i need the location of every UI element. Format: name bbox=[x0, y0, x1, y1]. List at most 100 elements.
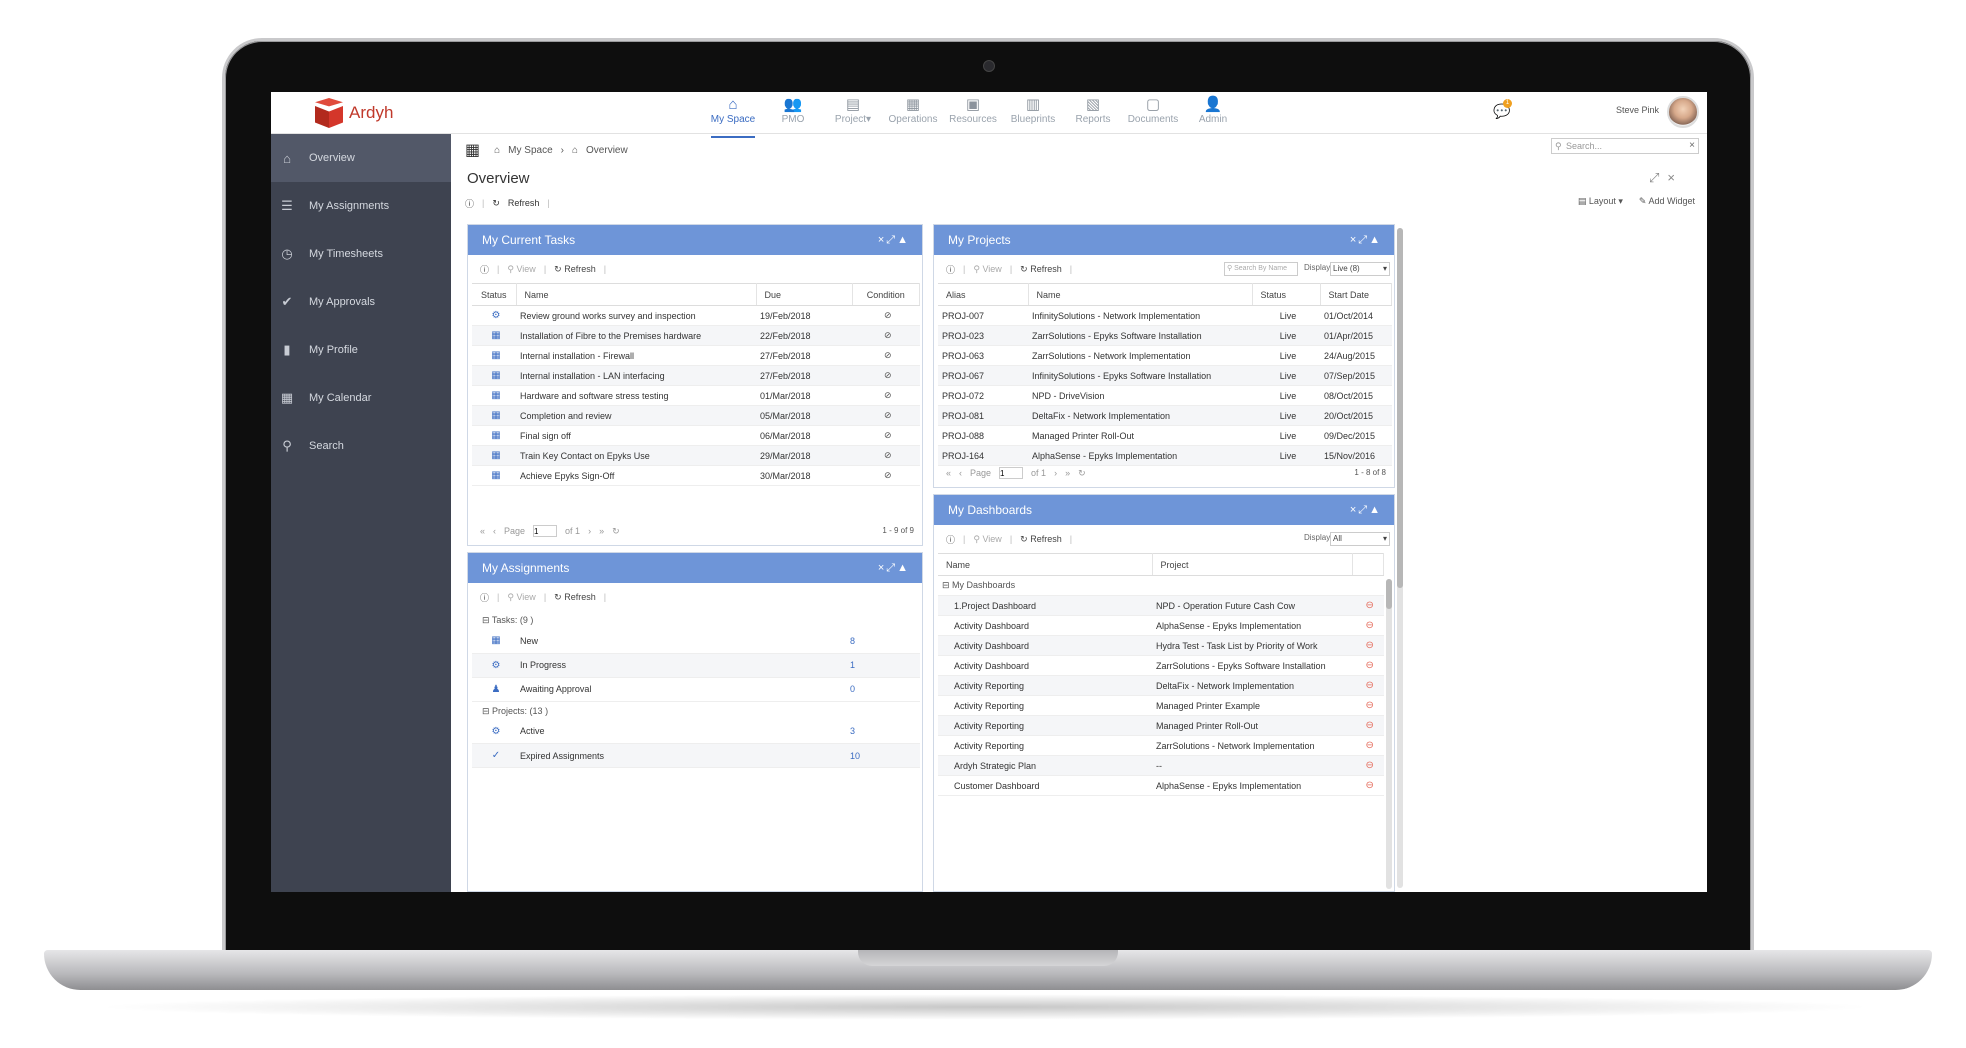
project-search-input[interactable]: ⚲ Search By Name bbox=[1224, 262, 1298, 276]
view-button[interactable]: ⚲ View bbox=[973, 264, 1001, 275]
app-logo[interactable]: Ardyh bbox=[315, 98, 393, 128]
table-row[interactable]: ▦ Internal installation - LAN interfacing… bbox=[472, 365, 920, 386]
refresh-button[interactable]: ↻ Refresh bbox=[1020, 534, 1062, 545]
task-name[interactable]: Hardware and software stress testing bbox=[516, 385, 756, 406]
table-row[interactable]: ▦ Installation of Fibre to the Premises h… bbox=[472, 325, 920, 346]
table-row[interactable]: Activity Dashboard AlphaSense - Epyks Imp… bbox=[938, 615, 1384, 636]
table-row[interactable]: ⚙ Review ground works survey and inspecti… bbox=[472, 305, 920, 326]
first-page-icon[interactable]: « bbox=[480, 526, 485, 536]
help-icon[interactable]: ⓘ bbox=[946, 533, 955, 546]
sidebar-item-my-profile[interactable]: ▮ My Profile bbox=[271, 326, 451, 374]
dashboard-name[interactable]: 1.Project Dashboard bbox=[938, 595, 1152, 616]
table-row[interactable]: Customer Dashboard AlphaSense - Epyks Imp… bbox=[938, 775, 1384, 796]
dashboard-name[interactable]: Activity Dashboard bbox=[938, 655, 1152, 676]
dashboard-name[interactable]: Activity Reporting bbox=[938, 695, 1152, 716]
project-display-select[interactable]: Live (8) ▾ bbox=[1330, 262, 1390, 276]
dashboard-name[interactable]: Activity Reporting bbox=[938, 715, 1152, 736]
project-name[interactable]: Managed Printer Roll-Out bbox=[1028, 425, 1252, 446]
collapse-icon[interactable]: ⊟ bbox=[482, 706, 492, 716]
widget-controls[interactable]: ×⤢▲ bbox=[878, 553, 910, 583]
dashboard-name[interactable]: Activity Dashboard bbox=[938, 635, 1152, 656]
table-row[interactable]: ▦ Train Key Contact on Epyks Use 29/Mar/20… bbox=[472, 445, 920, 466]
expand-icon[interactable]: ⤢ bbox=[1649, 170, 1667, 185]
table-row[interactable]: Activity Dashboard ZarrSolutions - Epyks … bbox=[938, 655, 1384, 676]
assignment-count[interactable]: 1 bbox=[836, 653, 920, 678]
column-header-condition[interactable]: Condition bbox=[852, 283, 920, 306]
project-name[interactable]: ZarrSolutions - Network Implementation bbox=[1028, 345, 1252, 366]
remove-icon[interactable]: ⊖ bbox=[1352, 635, 1384, 656]
list-item[interactable]: ⚙ Active 3 bbox=[472, 719, 920, 744]
column-header-alias[interactable]: Alias bbox=[938, 283, 1029, 306]
help-icon[interactable]: ⓘ bbox=[465, 197, 474, 210]
dashboards-group[interactable]: ⊟ My Dashboards bbox=[938, 575, 1384, 596]
remove-icon[interactable]: ⊖ bbox=[1352, 655, 1384, 676]
task-name[interactable]: Internal installation - Firewall bbox=[516, 345, 756, 366]
close-icon[interactable]: × bbox=[1667, 170, 1683, 185]
column-header-status[interactable]: Status bbox=[472, 283, 517, 306]
column-header-name[interactable]: Name bbox=[938, 553, 1153, 576]
table-row[interactable]: Activity Reporting Managed Printer Roll-O… bbox=[938, 715, 1384, 736]
prev-page-icon[interactable]: ‹ bbox=[959, 468, 962, 478]
user-name[interactable]: Steve Pink bbox=[1616, 105, 1659, 115]
dashboard-name[interactable]: Ardyh Strategic Plan bbox=[938, 755, 1152, 776]
page-number-input[interactable] bbox=[999, 467, 1024, 479]
nav-item-documents[interactable]: ▢ Documents bbox=[1123, 96, 1183, 134]
dashboard-name[interactable]: Customer Dashboard bbox=[938, 775, 1152, 796]
nav-item-pmo[interactable]: 👥 PMO bbox=[763, 96, 823, 134]
remove-icon[interactable]: ⊖ bbox=[1352, 595, 1384, 616]
project-name[interactable]: ZarrSolutions - Epyks Software Installat… bbox=[1028, 325, 1252, 346]
task-name[interactable]: Train Key Contact on Epyks Use bbox=[516, 445, 756, 466]
clear-search-icon[interactable]: × bbox=[1689, 139, 1695, 153]
remove-icon[interactable]: ⊖ bbox=[1352, 695, 1384, 716]
page-number-input[interactable] bbox=[533, 525, 558, 537]
dashboard-name[interactable]: Activity Reporting bbox=[938, 735, 1152, 756]
view-button[interactable]: ⚲ View bbox=[973, 534, 1001, 545]
view-button[interactable]: ⚲ View bbox=[507, 264, 535, 275]
task-name[interactable]: Review ground works survey and inspectio… bbox=[516, 305, 756, 326]
dashboards-scrollbar[interactable] bbox=[1386, 579, 1392, 889]
nav-item-my-space[interactable]: ⌂ My Space bbox=[703, 96, 763, 138]
group-header[interactable]: ⊟ My Dashboards bbox=[938, 575, 1384, 596]
refresh-icon[interactable]: ↻ bbox=[492, 198, 500, 209]
prev-page-icon[interactable]: ‹ bbox=[493, 526, 496, 536]
assignment-count[interactable]: 0 bbox=[836, 677, 920, 702]
sidebar-item-overview[interactable]: ⌂ Overview bbox=[271, 134, 451, 182]
table-row[interactable]: PROJ-063 ZarrSolutions - Network Implemen… bbox=[938, 345, 1392, 366]
table-row[interactable]: PROJ-164 AlphaSense - Epyks Implementatio… bbox=[938, 445, 1392, 466]
breadcrumb-overview[interactable]: Overview bbox=[586, 145, 628, 156]
remove-icon[interactable]: ⊖ bbox=[1352, 715, 1384, 736]
collapse-icon[interactable]: ⊟ bbox=[942, 580, 952, 590]
table-row[interactable]: PROJ-072 NPD - DriveVision Live 08/Oct/2015 bbox=[938, 385, 1392, 406]
table-row[interactable]: PROJ-007 InfinitySolutions - Network Impl… bbox=[938, 305, 1392, 326]
list-item[interactable]: ▦ New 8 bbox=[472, 629, 920, 654]
next-page-icon[interactable]: › bbox=[588, 526, 591, 536]
column-header-name[interactable]: Name bbox=[1028, 283, 1253, 306]
help-icon[interactable]: ⓘ bbox=[946, 263, 955, 276]
refresh-button[interactable]: ↻ Refresh bbox=[554, 264, 596, 275]
collapse-icon[interactable]: ⊟ bbox=[482, 615, 492, 625]
remove-icon[interactable]: ⊖ bbox=[1352, 615, 1384, 636]
column-header-project[interactable]: Project bbox=[1152, 553, 1353, 576]
sidebar-item-my-calendar[interactable]: ▦ My Calendar bbox=[271, 374, 451, 422]
table-row[interactable]: 1.Project Dashboard NPD - Operation Futur… bbox=[938, 595, 1384, 616]
remove-icon[interactable]: ⊖ bbox=[1352, 755, 1384, 776]
notification-icon[interactable]: 💬 1 bbox=[1493, 99, 1512, 120]
nav-item-reports[interactable]: ▧ Reports bbox=[1063, 96, 1123, 134]
layout-button[interactable]: ▤ Layout ▾ bbox=[1578, 196, 1623, 207]
table-row[interactable]: PROJ-023 ZarrSolutions - Epyks Software I… bbox=[938, 325, 1392, 346]
page-refresh-button[interactable]: Refresh bbox=[508, 198, 540, 208]
scrollbar-thumb[interactable] bbox=[1397, 228, 1403, 588]
column-header-status[interactable]: Status bbox=[1252, 283, 1321, 306]
list-item[interactable]: ♟ Awaiting Approval 0 bbox=[472, 677, 920, 702]
last-page-icon[interactable]: » bbox=[599, 526, 604, 536]
reload-icon[interactable]: ↻ bbox=[612, 526, 620, 537]
column-header-due[interactable]: Due bbox=[756, 283, 853, 306]
table-row[interactable]: Activity Reporting DeltaFix - Network Imp… bbox=[938, 675, 1384, 696]
table-row[interactable]: Activity Reporting ZarrSolutions - Networ… bbox=[938, 735, 1384, 756]
table-row[interactable]: PROJ-088 Managed Printer Roll-Out Live 09/D… bbox=[938, 425, 1392, 446]
last-page-icon[interactable]: » bbox=[1065, 468, 1070, 478]
widget-controls[interactable]: ×⤢▲ bbox=[1350, 225, 1382, 255]
avatar[interactable] bbox=[1667, 96, 1699, 128]
page-scrollbar[interactable] bbox=[1397, 228, 1403, 888]
task-name[interactable]: Achieve Epyks Sign-Off bbox=[516, 465, 756, 486]
